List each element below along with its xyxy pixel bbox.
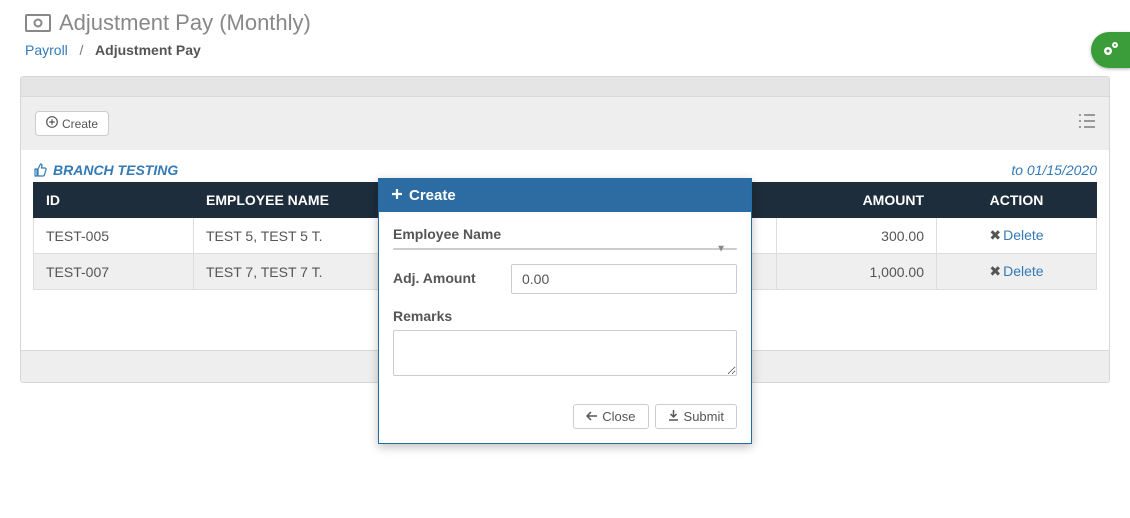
download-icon [668,409,679,424]
money-icon [25,14,51,32]
adj-amount-label: Adj. Amount [393,264,511,286]
page-title: Adjustment Pay (Monthly) [25,10,1105,36]
remarks-textarea[interactable] [393,330,737,376]
breadcrumb: Payroll / Adjustment Pay [25,42,1105,58]
delete-button[interactable]: ✖Delete [989,227,1043,243]
submit-button[interactable]: Submit [655,404,737,429]
modal-title: Create [409,187,456,204]
create-button[interactable]: Create [35,111,109,136]
create-button-label: Create [62,117,98,131]
modal-header: Create [379,179,751,212]
breadcrumb-parent[interactable]: Payroll [25,42,68,58]
branch-label: BRANCH TESTING [33,162,178,178]
plus-circle-icon [46,116,58,131]
x-icon: ✖ [989,263,1001,279]
plus-icon [391,187,403,204]
thumbs-up-icon [33,163,47,177]
col-amount: AMOUNT [777,183,937,218]
breadcrumb-active: Adjustment Pay [95,42,201,58]
adj-amount-input[interactable] [511,264,737,294]
col-action: ACTION [937,183,1097,218]
employee-name-select[interactable]: ▼ [393,248,737,250]
chevron-down-icon: ▼ [716,244,726,255]
settings-fab[interactable] [1091,32,1130,68]
gears-icon [1101,40,1121,61]
delete-button[interactable]: ✖Delete [989,263,1043,279]
payroll-period-label: to 01/15/2020 [1011,162,1097,178]
close-button[interactable]: Close [573,404,648,429]
page-title-text: Adjustment Pay (Monthly) [59,10,311,36]
x-icon: ✖ [989,227,1001,243]
employee-name-label: Employee Name [393,226,737,248]
list-view-icon[interactable] [1079,114,1095,133]
create-modal: Create Employee Name ▼ Adj. Amount Remar… [378,178,752,444]
arrow-left-icon [586,409,597,424]
col-id: ID [34,183,194,218]
remarks-label: Remarks [393,308,737,330]
